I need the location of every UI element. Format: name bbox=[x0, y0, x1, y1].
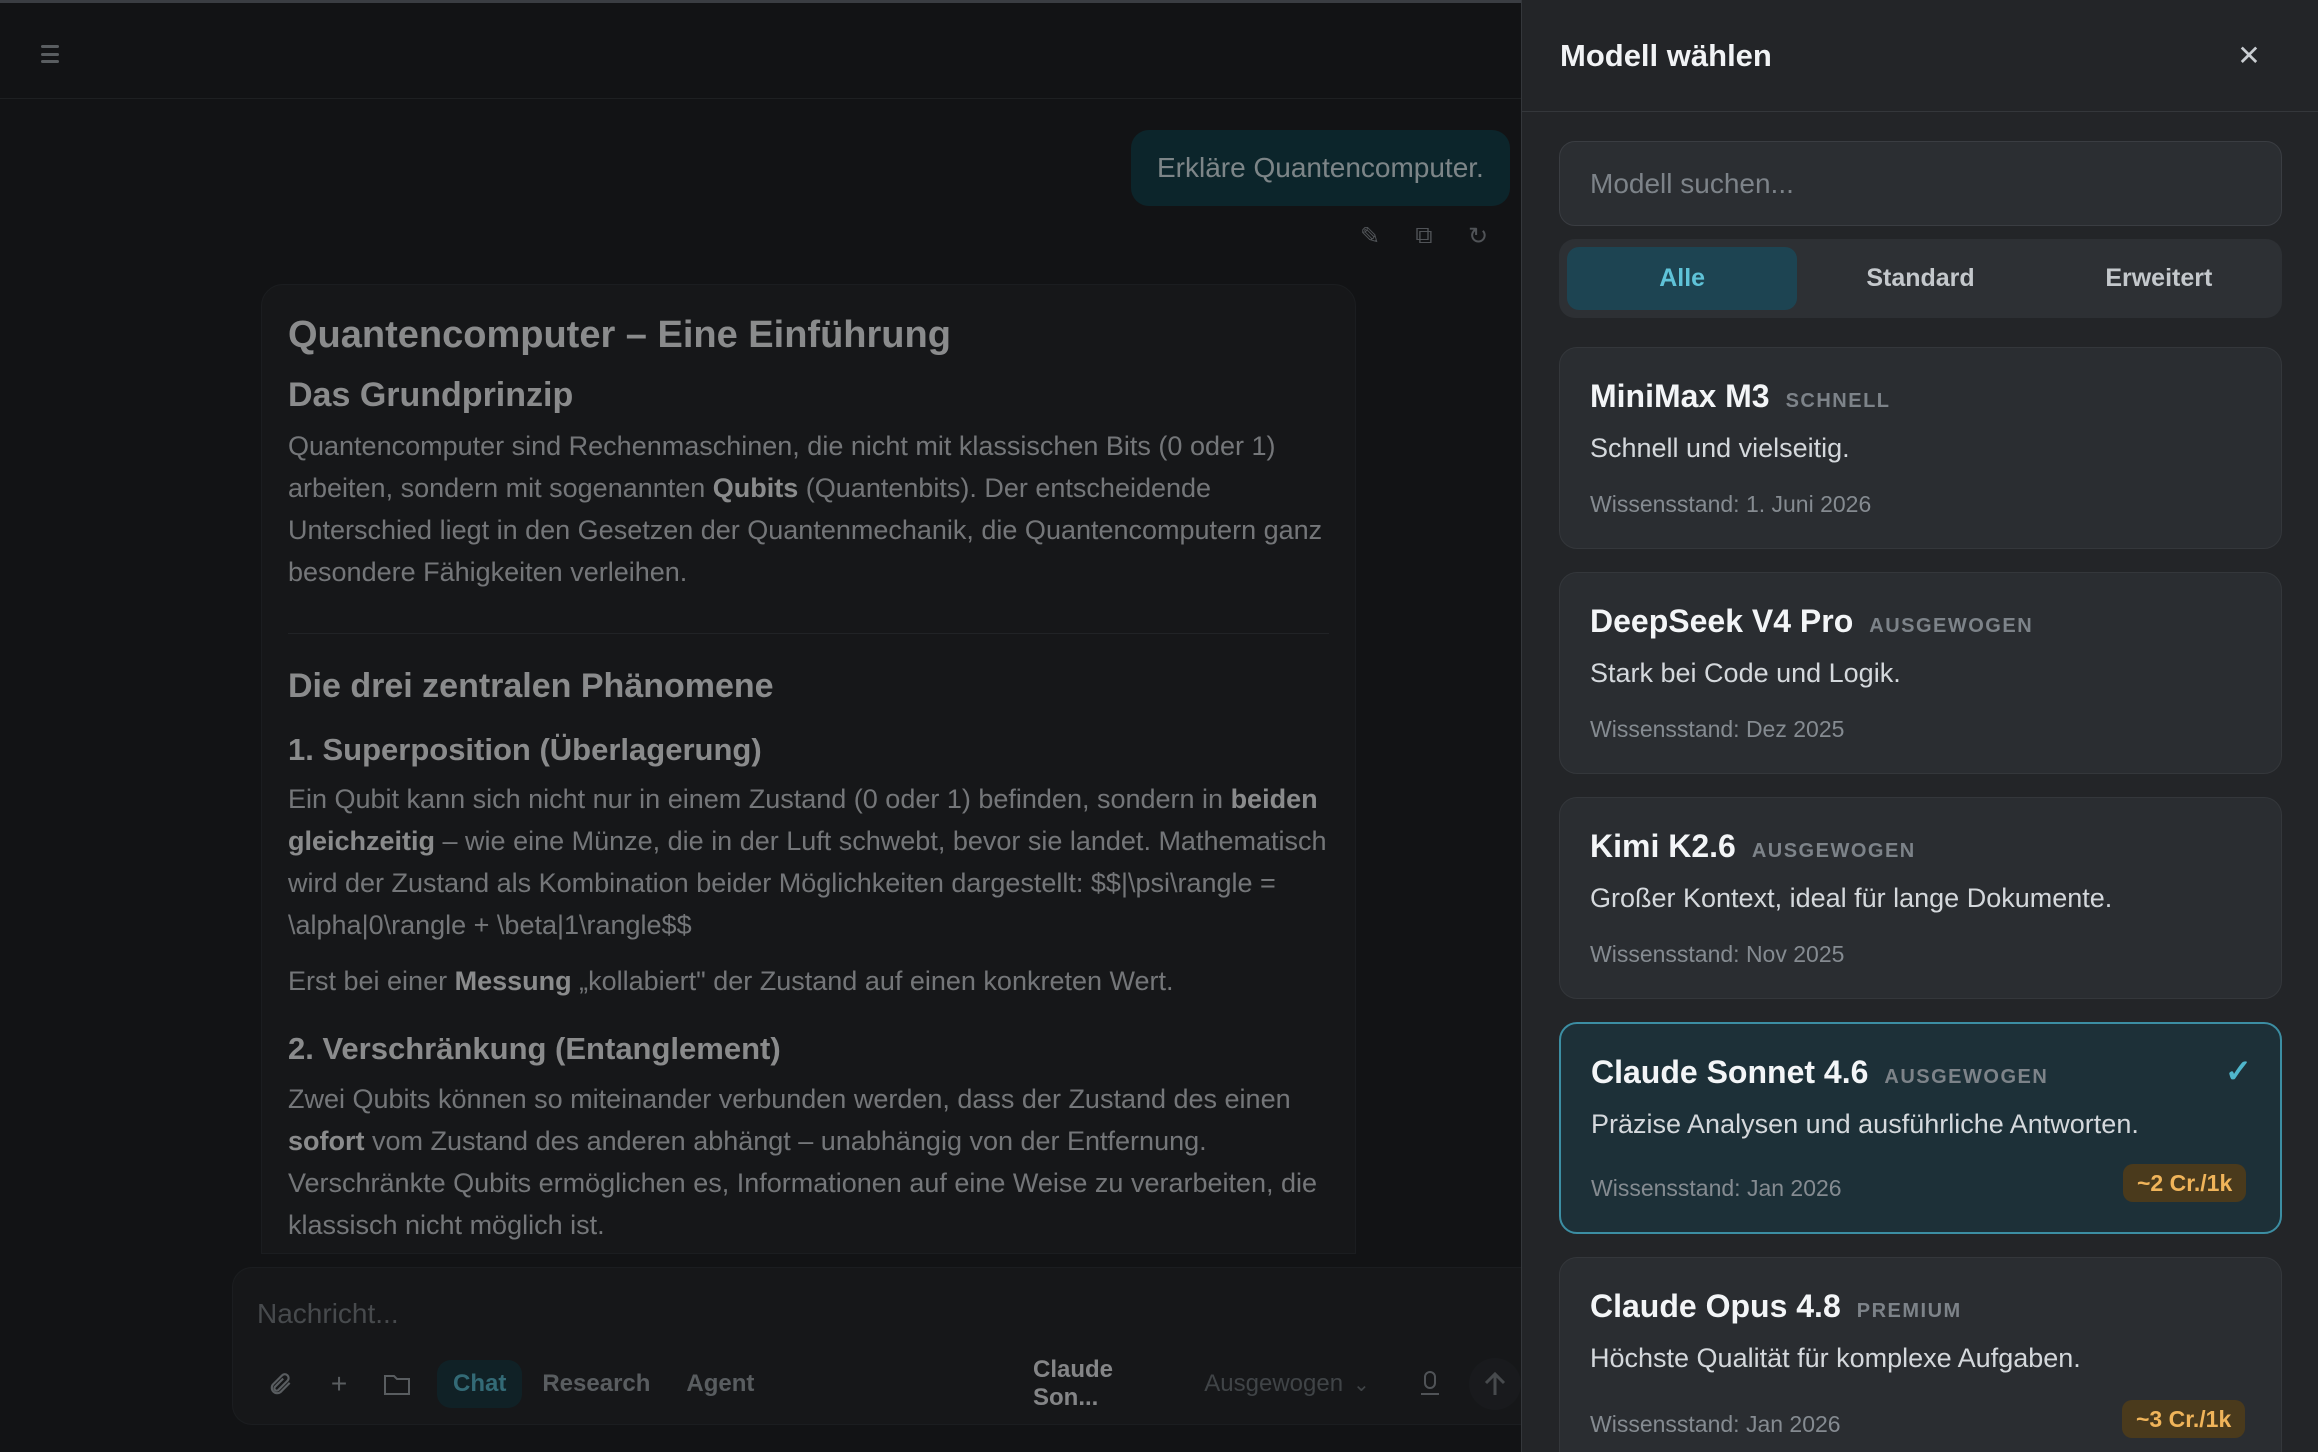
model-knowledge-date: Wissensstand: Dez 2025 bbox=[1590, 716, 1845, 742]
model-knowledge-date: Wissensstand: 1. Juni 2026 bbox=[1590, 491, 1872, 517]
model-picker-panel: Modell wählen ✕ Alle Standard Erweitert … bbox=[1521, 0, 2318, 1452]
modal-backdrop[interactable] bbox=[0, 3, 1521, 1452]
model-description: Höchste Qualität für komplexe Aufgaben. bbox=[1590, 1343, 2081, 1373]
model-tag: AUSGEWOGEN bbox=[1884, 1066, 2049, 1088]
model-search-input[interactable] bbox=[1559, 141, 2282, 226]
model-name: DeepSeek V4 Pro bbox=[1590, 603, 1854, 639]
model-tag: AUSGEWOGEN bbox=[1869, 615, 2034, 637]
model-card-deepseek-v4-pro[interactable]: DeepSeek V4 Pro AUSGEWOGEN Stark bei Cod… bbox=[1559, 572, 2282, 774]
panel-title: Modell wählen bbox=[1560, 38, 1772, 73]
model-list: MiniMax M3 SCHNELL Schnell und vielseiti… bbox=[1559, 347, 2282, 1452]
model-tag: PREMIUM bbox=[1856, 1300, 1962, 1322]
model-knowledge-date: Wissensstand: Jan 2026 bbox=[1590, 1411, 1841, 1437]
model-name: Kimi K2.6 bbox=[1590, 828, 1736, 864]
model-card-kimi-k2-6[interactable]: Kimi K2.6 AUSGEWOGEN Großer Kontext, ide… bbox=[1559, 797, 2282, 999]
model-tag: SCHNELL bbox=[1785, 390, 1891, 412]
cost-badge: ~3 Cr./1k bbox=[2122, 1400, 2246, 1438]
cost-badge: ~2 Cr./1k bbox=[2123, 1164, 2247, 1202]
model-card-claude-sonnet-4-6[interactable]: Claude Sonnet 4.6 AUSGEWOGEN ✓ Präzise A… bbox=[1559, 1022, 2282, 1234]
model-name: Claude Sonnet 4.6 bbox=[1591, 1054, 1869, 1090]
model-description: Stark bei Code und Logik. bbox=[1590, 658, 1901, 688]
model-tag: AUSGEWOGEN bbox=[1751, 840, 1916, 862]
tab-standard[interactable]: Standard bbox=[1805, 247, 2035, 310]
model-card-minimax-m3[interactable]: MiniMax M3 SCHNELL Schnell und vielseiti… bbox=[1559, 347, 2282, 549]
tab-erweitert[interactable]: Erweitert bbox=[2044, 247, 2274, 310]
checkmark-icon: ✓ bbox=[2225, 1053, 2252, 1089]
panel-header: Modell wählen ✕ bbox=[1522, 0, 2318, 112]
tab-alle[interactable]: Alle bbox=[1567, 247, 1798, 310]
close-icon[interactable]: ✕ bbox=[2234, 40, 2264, 71]
model-filter-tabs: Alle Standard Erweitert bbox=[1559, 239, 2282, 318]
model-description: Präzise Analysen und ausführliche Antwor… bbox=[1591, 1109, 2139, 1139]
app-root: Erkläre Quantencomputer. ✎ ⧉ ↻ Quantenco… bbox=[0, 0, 2318, 1452]
model-card-claude-opus-4-8[interactable]: Claude Opus 4.8 PREMIUM Höchste Qualität… bbox=[1559, 1257, 2282, 1452]
model-name: MiniMax M3 bbox=[1590, 378, 1770, 414]
model-knowledge-date: Wissensstand: Nov 2025 bbox=[1590, 941, 1845, 967]
chat-area: Erkläre Quantencomputer. ✎ ⧉ ↻ Quantenco… bbox=[0, 0, 1521, 1452]
model-description: Schnell und vielseitig. bbox=[1590, 433, 1850, 463]
model-name: Claude Opus 4.8 bbox=[1590, 1288, 1841, 1324]
model-knowledge-date: Wissensstand: Jan 2026 bbox=[1591, 1175, 1842, 1201]
model-description: Großer Kontext, ideal für lange Dokument… bbox=[1590, 883, 2113, 913]
